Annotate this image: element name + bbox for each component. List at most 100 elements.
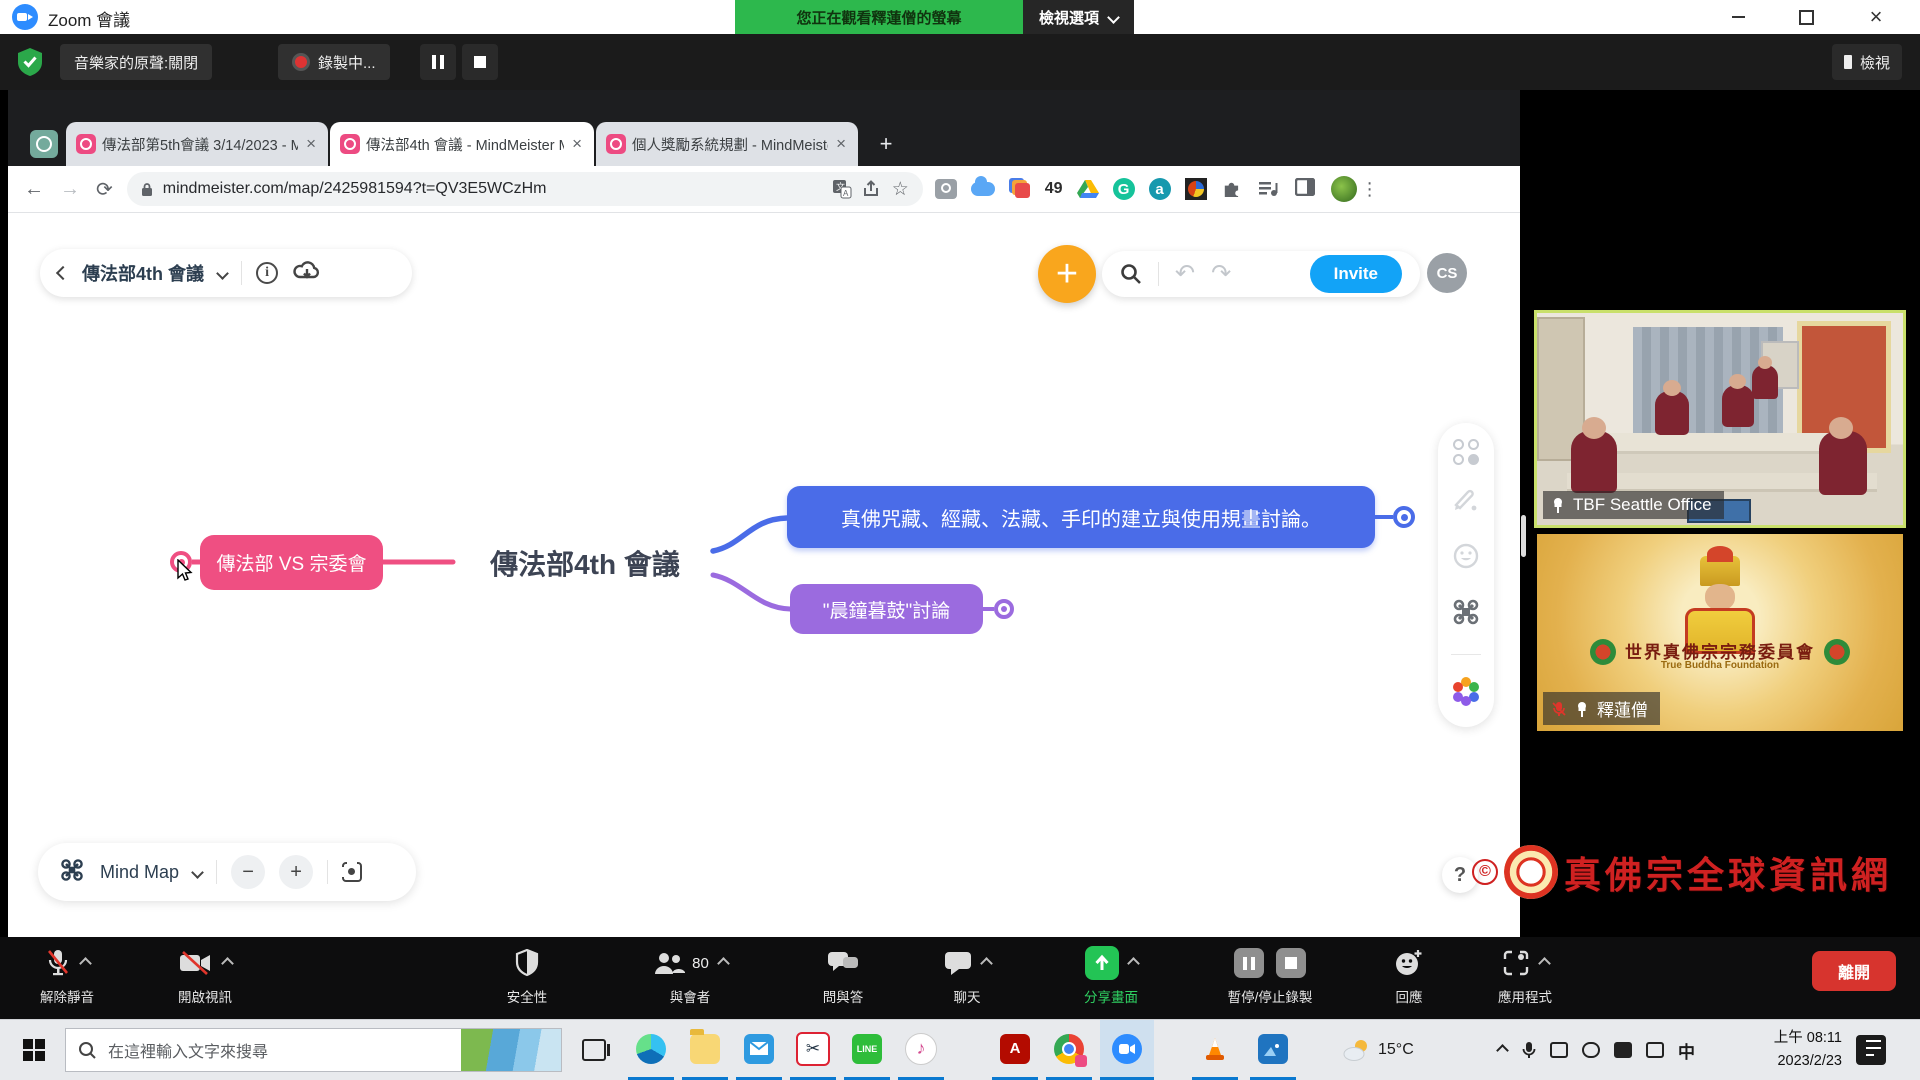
node-top-right[interactable]: 真佛咒藏、經藏、法藏、手印的建立與使用規畫討論。 — [787, 486, 1375, 548]
taskbar-itunes[interactable]: ♪ — [898, 1020, 944, 1080]
video-shi-lian-seng[interactable]: 世界真佛宗宗務委員會 True Buddha Foundation 釋蓮僧 — [1537, 534, 1903, 731]
apps-button[interactable]: 應用程式 — [1460, 945, 1590, 1006]
mindmeister-canvas[interactable]: 傳法部4th 會議 i + ↶ ↷ Invite CS — [8, 213, 1520, 937]
side-panel-icon[interactable] — [1295, 178, 1315, 201]
chevron-up-icon[interactable] — [1538, 957, 1551, 970]
collection-extension-icon[interactable] — [1009, 178, 1031, 200]
connections-icon[interactable] — [1451, 597, 1481, 632]
chat-button[interactable]: 聊天 — [902, 945, 1032, 1006]
cloud-extension-icon[interactable] — [971, 182, 995, 196]
node-root[interactable]: 傳法部4th 會議 — [453, 543, 717, 583]
tray-camera-icon[interactable] — [1582, 1042, 1600, 1058]
minimize-button[interactable] — [1718, 0, 1758, 34]
chevron-up-icon[interactable] — [980, 957, 993, 970]
chevron-up-icon[interactable] — [79, 957, 92, 970]
pause-stop-recording-button[interactable]: 暫停/停止錄製 — [1200, 945, 1340, 1006]
chevron-up-icon[interactable] — [1127, 957, 1140, 970]
emoji-icon[interactable] — [1452, 542, 1480, 575]
share-icon[interactable] — [862, 180, 882, 198]
zoom-in-button[interactable]: + — [279, 855, 313, 889]
start-button[interactable] — [10, 1020, 58, 1080]
tab-close-icon[interactable]: × — [570, 134, 584, 154]
extensions-puzzle-icon[interactable] — [1221, 178, 1243, 200]
video-tbf-seattle-office[interactable]: TBF Seattle Office — [1534, 310, 1906, 528]
meeting-info-shield-icon[interactable] — [16, 47, 44, 82]
amazon-assistant-icon[interactable]: a — [1149, 178, 1171, 200]
taskbar-clock[interactable]: 上午 08:11 2023/2/23 — [1742, 1027, 1842, 1073]
view-layout-button[interactable]: 檢視 — [1832, 44, 1902, 80]
node-bottom-right[interactable]: "晨鐘暮鼓"討論 — [790, 584, 983, 634]
pause-icon[interactable] — [1234, 948, 1264, 978]
globe-extension-icon[interactable] — [1185, 178, 1207, 200]
new-tab-button[interactable]: + — [872, 130, 900, 158]
theme-layout-icon[interactable] — [1453, 439, 1479, 465]
qa-button[interactable]: 問與答 — [778, 945, 908, 1006]
taskbar-mail[interactable] — [736, 1020, 782, 1080]
tray-power-icon[interactable] — [1550, 1042, 1568, 1058]
tray-network-icon[interactable] — [1646, 1042, 1664, 1058]
mindmeister-apps-icon[interactable] — [1453, 677, 1479, 703]
ime-indicator[interactable]: 中 — [1678, 1038, 1695, 1063]
tray-usb-icon[interactable] — [1614, 1042, 1632, 1058]
chatgpt-pinned-tab[interactable] — [30, 130, 58, 158]
action-center-button[interactable] — [1856, 1035, 1886, 1065]
chrome-menu-icon[interactable]: ⋮ — [1361, 179, 1379, 200]
share-screen-button[interactable]: 分享畫面 — [1046, 945, 1176, 1006]
tab-reward-system[interactable]: 個人獎勵系統規劃 - MindMeiste × — [596, 122, 858, 166]
original-sound-button[interactable]: 音樂家的原聲:關閉 — [60, 44, 212, 80]
grammarly-icon[interactable]: G — [1113, 178, 1135, 200]
participants-button[interactable]: 80 與會者 — [615, 945, 765, 1006]
back-icon[interactable]: ← — [24, 178, 44, 201]
taskbar-vlc[interactable] — [1192, 1020, 1238, 1080]
profile-avatar[interactable] — [1331, 176, 1357, 202]
chevron-up-icon[interactable] — [221, 957, 234, 970]
unmute-button[interactable]: 解除靜音 — [2, 945, 132, 1006]
tab-meeting-5th[interactable]: 傳法部第5th會議 3/14/2023 - M × — [66, 122, 328, 166]
taskbar-edge[interactable] — [628, 1020, 674, 1080]
tab-meeting-4th-active[interactable]: 傳法部4th 會議 - MindMeister M × — [330, 122, 594, 166]
address-bar[interactable]: mindmeister.com/map/2425981594?t=QV3E5WC… — [127, 172, 923, 206]
taskbar-chrome[interactable] — [1046, 1020, 1092, 1080]
taskbar-file-explorer[interactable] — [682, 1020, 728, 1080]
hidden-icons-chevron[interactable] — [1496, 1044, 1509, 1057]
center-map-button[interactable] — [342, 862, 362, 882]
leave-meeting-button[interactable]: 離開 — [1812, 951, 1896, 991]
pause-recording-button[interactable] — [420, 44, 456, 80]
stop-icon[interactable] — [1276, 948, 1306, 978]
reload-icon[interactable]: ⟳ — [96, 177, 113, 202]
node-left[interactable]: 傳法部 VS 宗委會 — [200, 535, 383, 590]
bookmark-star-icon[interactable]: ☆ — [892, 178, 909, 201]
tab-close-icon[interactable]: × — [304, 134, 318, 154]
close-button[interactable]: × — [1856, 0, 1896, 34]
chevron-up-icon[interactable] — [717, 957, 730, 970]
forward-icon[interactable]: → — [60, 178, 80, 201]
stop-recording-button[interactable] — [462, 44, 498, 80]
security-button[interactable]: 安全性 — [462, 945, 592, 1006]
screenshot-extension-icon[interactable] — [935, 179, 957, 199]
chevron-down-icon[interactable] — [191, 866, 204, 879]
taskbar-photoscape[interactable]: ✂ — [790, 1020, 836, 1080]
zoom-out-button[interactable]: − — [231, 855, 265, 889]
taskbar-search-input[interactable]: 在這裡輸入文字來搜尋 — [65, 1028, 562, 1072]
taskbar-acrobat[interactable]: A — [992, 1020, 1038, 1080]
bottom-right-node-connector[interactable] — [994, 599, 1014, 619]
start-video-button[interactable]: 開啟視訊 — [140, 945, 270, 1006]
taskbar-weather[interactable]: 15°C — [1342, 1020, 1414, 1080]
taskbar-zoom-active[interactable] — [1100, 1020, 1154, 1080]
reactions-button[interactable]: 回應 — [1344, 945, 1474, 1006]
maximize-button[interactable] — [1786, 0, 1826, 34]
bing-daily-image[interactable] — [461, 1029, 561, 1071]
drive-icon[interactable] — [1077, 179, 1099, 199]
task-view-button[interactable] — [572, 1020, 616, 1080]
tray-mic-icon[interactable] — [1522, 1041, 1536, 1059]
view-mode-label[interactable]: Mind Map — [100, 862, 179, 883]
tab-close-icon[interactable]: × — [834, 134, 848, 154]
style-brush-icon[interactable] — [1452, 487, 1480, 520]
view-options-button[interactable]: 檢視選項 — [1023, 0, 1134, 34]
panel-resize-handle[interactable] — [1521, 515, 1526, 557]
taskbar-photos[interactable] — [1250, 1020, 1296, 1080]
taskbar-line[interactable]: LINE — [844, 1020, 890, 1080]
playlist-icon[interactable] — [1259, 180, 1279, 198]
top-right-node-connector[interactable] — [1393, 506, 1415, 528]
translate-icon[interactable]: 文A — [832, 179, 852, 199]
